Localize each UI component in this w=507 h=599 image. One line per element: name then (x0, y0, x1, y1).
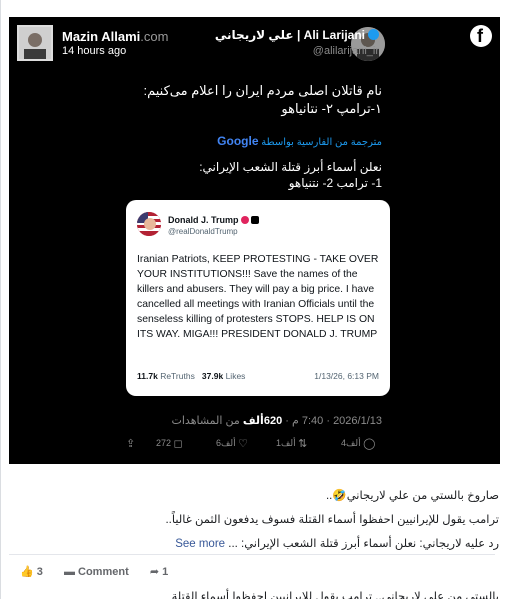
post-time: 14 hours ago (62, 45, 127, 57)
x-post-text-persian: نام قاتلان اصلی مردم ایران را اعلام می‌ک… (143, 83, 383, 116)
x-post-meta: 2026/1/13 · 7:40 م · 620ألف من المشاهدات (171, 415, 382, 427)
comment-icon: ▬ (63, 566, 75, 578)
comment-button[interactable]: ▬ Comment (64, 566, 129, 578)
quoted-post-body: Iranian Patriots, KEEP PROTESTING - TAKE… (137, 254, 379, 340)
share-button[interactable]: ➦ 1 (150, 566, 168, 578)
quoted-post-date: 1/13/26, 6:13 PM (314, 371, 379, 381)
author-avatar[interactable] (17, 25, 53, 61)
next-post-text: بالستي من علي لاريجاني.. ترامب يقول للإي… (171, 591, 499, 599)
thumbs-up-icon: 👍 (20, 566, 34, 578)
google-logo: Google (217, 134, 259, 148)
reaction-bar: 👍 3 ▬ Comment ➦ 1 (20, 565, 186, 578)
verified-icon (368, 29, 379, 40)
replies-count: 4ألف ◯ (341, 438, 376, 450)
share-arrow-icon: ➦ (149, 566, 160, 578)
author-name[interactable]: Mazin Allami.com (62, 29, 168, 44)
x-action-bar: ⇪ 272 ◻ 6ألف ♡ 1ألف ⇅ 4ألف ◯ (126, 437, 390, 451)
verified-icon (240, 216, 249, 224)
translation-label: مترجمة من الفارسية بواسطة Google (217, 134, 382, 148)
x-post-text-arabic: نعلن أسماء أبرز قتلة الشعب الإيراني: 1- … (199, 160, 382, 190)
facebook-icon: f (470, 25, 492, 47)
like-button[interactable]: 👍 3 (20, 566, 43, 578)
reposts-count: 1ألف ⇅ (276, 438, 308, 450)
share-icon: ⇪ (126, 438, 136, 450)
truth-badge-icon (250, 216, 259, 224)
quoted-post-stats: 11.7k ReTruths 37.9k Likes (137, 371, 246, 381)
see-more-link[interactable]: See more (175, 538, 225, 550)
quoted-author-name: Donald J. Trump (168, 215, 259, 225)
x-author-handle: @alilarijani_ir (312, 45, 379, 57)
quoted-author-handle: @realDonaldTrump (168, 227, 238, 236)
post-image[interactable]: Mazin Allami.com 14 hours ago f علي لاري… (9, 17, 500, 464)
left-border (0, 0, 1, 599)
quoted-author-avatar (137, 212, 161, 236)
x-author-name: علي لاريجاني | Ali Larijani (215, 28, 379, 42)
divider (9, 554, 495, 555)
likes-count: 6ألف ♡ (216, 438, 248, 450)
quoted-post-card: Donald J. Trump @realDonaldTrump Iranian… (126, 200, 390, 396)
bookmarks-count: 272 ◻ (156, 438, 183, 450)
post-caption: صاروخ بالستي من علي لاريجاني🤣.. ترامب يق… (165, 490, 499, 550)
